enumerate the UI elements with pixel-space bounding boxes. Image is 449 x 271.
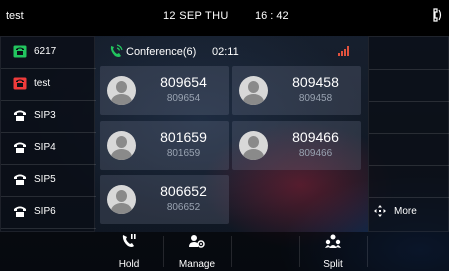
party-number: 801659: [160, 129, 207, 145]
divider: [369, 101, 449, 102]
divider: [369, 133, 449, 134]
status-bar: test 12 SEP THU 16 : 42: [0, 0, 449, 36]
party-number: 809466: [292, 129, 339, 145]
party-card[interactable]: 809466 809466: [232, 121, 361, 170]
divider: [369, 197, 449, 198]
white-phone-icon: [14, 110, 26, 121]
line-key-label: SIP5: [34, 174, 56, 185]
party-sub-number: 801659: [166, 148, 201, 159]
avatar: [107, 76, 136, 105]
hold-label: Hold: [118, 259, 140, 270]
handset-status-icon: [433, 8, 442, 22]
more-label: More: [394, 206, 417, 217]
manage-button[interactable]: Manage: [163, 232, 231, 271]
line-key-6[interactable]: SIP6: [1, 197, 96, 229]
white-phone-icon: [14, 142, 26, 153]
divider: [369, 69, 449, 70]
split-button[interactable]: Split: [299, 232, 367, 271]
white-phone-icon: [14, 206, 26, 217]
time-label: 16 : 42: [255, 10, 289, 22]
party-sub-number: 806652: [166, 202, 201, 213]
conference-header: Conference(6) 02:11: [95, 36, 368, 66]
line-key-4[interactable]: SIP4: [1, 133, 96, 165]
green-phone-icon: [13, 45, 27, 58]
signal-strength-icon: [338, 46, 349, 56]
manage-users-icon: [189, 235, 205, 248]
avatar: [107, 131, 136, 160]
date-label: 12 SEP THU: [163, 10, 229, 22]
party-number: 806652: [160, 183, 207, 199]
conference-panel: Conference(6) 02:11 809654 809654 809458…: [95, 36, 368, 232]
white-phone-icon: [14, 174, 26, 185]
empty-softkey[interactable]: [231, 232, 299, 271]
party-card[interactable]: 809458 809458: [232, 66, 361, 115]
line-key-label: SIP6: [34, 206, 56, 217]
more-button[interactable]: More: [369, 200, 449, 224]
call-timer: 02:11: [212, 46, 239, 58]
avatar: [239, 131, 268, 160]
line-key-2[interactable]: test: [1, 69, 96, 101]
right-softkeys-panel: More: [368, 36, 449, 232]
divider: [369, 165, 449, 166]
party-number: 809458: [292, 74, 339, 90]
party-card[interactable]: 801659 801659: [100, 121, 229, 170]
party-sub-number: 809466: [298, 148, 333, 159]
party-number: 809654: [160, 74, 207, 90]
split-label: Split: [323, 259, 343, 270]
split-users-icon: [325, 234, 341, 248]
account-label: test: [6, 10, 24, 22]
line-key-label: SIP4: [34, 142, 56, 153]
manage-label: Manage: [178, 259, 216, 270]
hold-phone-icon: [122, 234, 136, 247]
hold-button[interactable]: Hold: [95, 232, 163, 271]
avatar: [239, 76, 268, 105]
conference-call-icon: [110, 44, 123, 57]
red-phone-icon: [13, 77, 27, 90]
line-keys-panel: 6217 test SIP3 SIP4 SIP5 SIP6: [0, 36, 96, 232]
softkey-bar: Hold Manage Split: [0, 232, 449, 271]
party-card[interactable]: 806652 806652: [100, 175, 229, 224]
line-key-3[interactable]: SIP3: [1, 101, 96, 133]
line-key-label: test: [34, 78, 51, 89]
line-key-5[interactable]: SIP5: [1, 165, 96, 197]
party-card[interactable]: 809654 809654: [100, 66, 229, 115]
more-arrows-icon: [374, 205, 386, 217]
party-sub-number: 809654: [166, 93, 201, 104]
line-key-label: SIP3: [34, 110, 56, 121]
line-key-1[interactable]: 6217: [1, 37, 96, 69]
line-key-label: 6217: [34, 46, 57, 57]
empty-softkey[interactable]: [368, 232, 449, 271]
party-sub-number: 809458: [298, 93, 333, 104]
avatar: [107, 185, 136, 214]
phone-screen: test 12 SEP THU 16 : 42 6217 test SIP3 S…: [0, 0, 449, 271]
conference-title: Conference(6): [126, 46, 197, 58]
